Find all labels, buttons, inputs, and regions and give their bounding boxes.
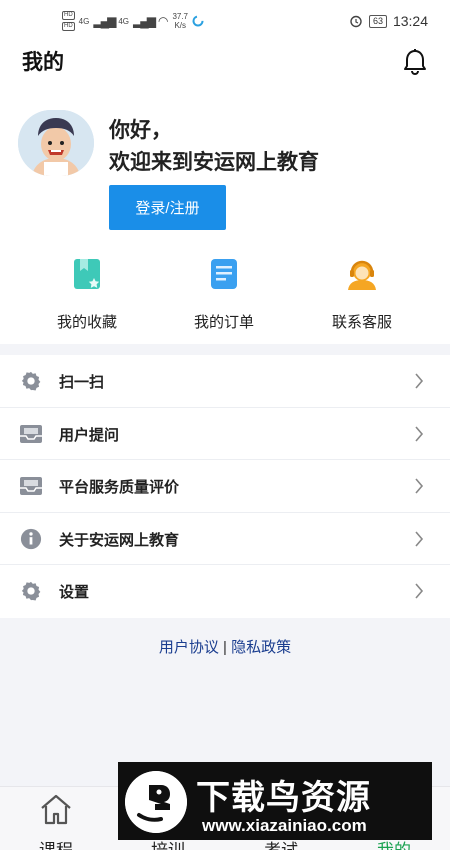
home-icon: [41, 794, 71, 825]
chevron-right-icon: [415, 425, 424, 442]
privacy-policy-link[interactable]: 隐私政策: [231, 639, 291, 656]
legal-links: 用户协议 | 隐私政策: [0, 636, 450, 657]
watermark-url: www.xiazainiao.com: [202, 816, 367, 835]
tab-courses[interactable]: 课程: [0, 791, 112, 850]
watermark-banner: 下载鸟资源 www.xiazainiao.com: [118, 762, 432, 840]
customer-service-action[interactable]: 联系客服: [297, 256, 427, 332]
favorites-label: 我的收藏: [56, 314, 117, 331]
status-right: 63 13:24: [349, 13, 428, 29]
avatar-illustration: [18, 110, 94, 176]
header: 我的: [0, 40, 450, 84]
chevron-right-icon: [415, 478, 424, 494]
wifi-icon: ◠: [157, 14, 169, 28]
network-speed: 37.7 K/s: [172, 12, 188, 30]
login-register-button[interactable]: 登录/注册: [109, 185, 226, 230]
customer-service-label: 联系客服: [331, 314, 392, 331]
orders-icon: [211, 259, 237, 289]
gear-icon: [21, 371, 41, 391]
customer-service-icon: [348, 260, 376, 290]
network-label: 4G: [78, 16, 90, 26]
page-title: 我的: [22, 51, 64, 74]
chevron-right-icon: [415, 583, 424, 599]
alarm-icon: [350, 15, 362, 28]
menu-item-label: 关于安运网上教育: [59, 531, 180, 549]
orders-action[interactable]: 我的订单: [159, 256, 289, 332]
menu-item-service-rating[interactable]: 平台服务质量评价: [0, 460, 450, 513]
menu-item-user-questions[interactable]: 用户提问: [0, 408, 450, 460]
status-left: HD HD 4G ▂▄▆ 4G ▂▄▆ ◠ 37.7 K/s: [62, 11, 204, 31]
menu-item-label: 扫一扫: [59, 374, 105, 391]
settings-menu: 扫一扫 用户提问 平台服务质量评价 关于安运网上教育 设置: [0, 355, 450, 618]
speed-unit: K/s: [174, 21, 186, 30]
chevron-right-icon: [415, 373, 424, 389]
watermark-title: 下载鸟资源: [196, 779, 371, 817]
avatar[interactable]: [18, 110, 94, 176]
bird-logo-icon: [125, 771, 187, 833]
menu-item-scan[interactable]: 扫一扫: [0, 355, 450, 408]
clock: 13:24: [392, 13, 428, 29]
user-agreement-link[interactable]: 用户协议: [159, 639, 219, 656]
favorites-icon: [74, 259, 100, 289]
menu-item-label: 用户提问: [59, 426, 120, 444]
signal-icon: ▂▄▆: [132, 14, 156, 28]
inbox-icon: [20, 424, 42, 443]
signal-icon: ▂▄▆: [93, 14, 116, 28]
gear-icon: [21, 581, 41, 601]
hd-indicators: HD HD: [62, 11, 75, 31]
menu-item-about[interactable]: 关于安运网上教育: [0, 513, 450, 565]
status-bar: HD HD 4G ▂▄▆ 4G ▂▄▆ ◠ 37.7 K/s 63 13:24: [0, 0, 450, 40]
greeting-line1: 你好，: [109, 119, 172, 142]
inbox-icon: [20, 477, 42, 495]
menu-item-label: 设置: [59, 584, 90, 601]
network-label: 4G: [118, 16, 129, 26]
profile-section: 你好， 欢迎来到安运网上教育 登录/注册 我的收藏 我的订单 联系客服: [0, 84, 450, 344]
hd-badge: HD: [62, 22, 75, 31]
sync-icon: [192, 15, 204, 27]
orders-label: 我的订单: [193, 314, 254, 331]
hd-badge: HD: [62, 11, 75, 20]
menu-item-settings[interactable]: 设置: [0, 565, 450, 618]
bell-icon[interactable]: [400, 47, 430, 77]
speed-value: 37.7: [172, 12, 189, 21]
menu-item-label: 平台服务质量评价: [59, 479, 180, 496]
greeting-line2: 欢迎来到安运网上教育: [109, 151, 319, 174]
legal-separator: |: [218, 639, 232, 656]
info-icon: [20, 528, 42, 549]
battery-indicator: 63: [368, 14, 387, 28]
tab-label: 课程: [0, 836, 112, 850]
chevron-right-icon: [415, 530, 424, 547]
favorites-action[interactable]: 我的收藏: [22, 256, 152, 332]
